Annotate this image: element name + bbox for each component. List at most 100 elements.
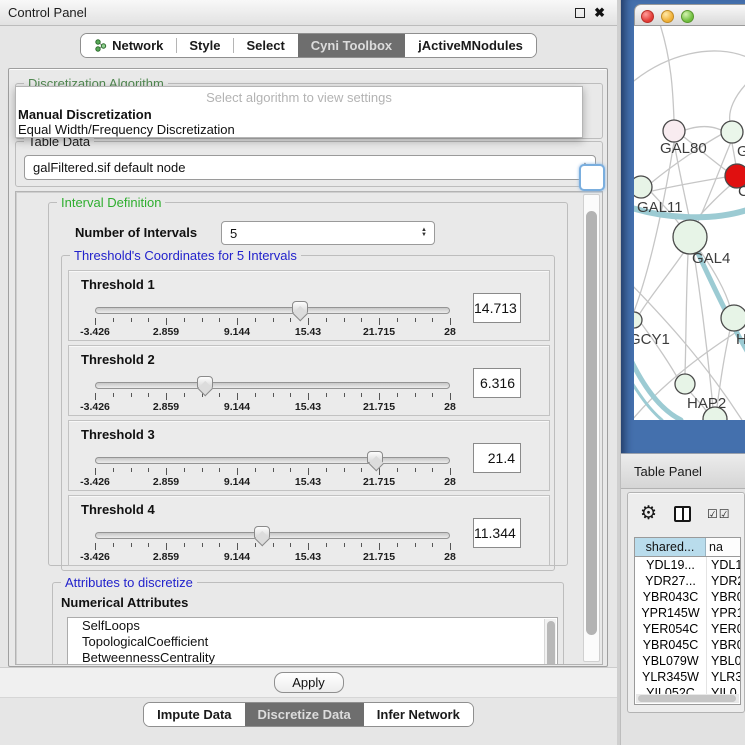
cell-shared-name[interactable]: YIL052C — [635, 685, 706, 694]
tab-jactivemnodules[interactable]: jActiveMNodules — [405, 34, 536, 57]
network-edge[interactable] — [732, 143, 736, 165]
cell-shared-name[interactable]: YDR27... — [635, 573, 706, 589]
attribute-list-item[interactable]: TopologicalCoefficient — [68, 634, 557, 650]
cell-name[interactable]: YBR0 — [706, 589, 740, 605]
numerical-attributes-list[interactable]: SelfLoopsTopologicalCoefficientBetweenne… — [67, 617, 558, 665]
algorithm-prompt-option[interactable]: Select algorithm to view settings — [16, 89, 582, 107]
node-attribute-table[interactable]: shared... na YDL19...YDL1YDR27...YDR2YBR… — [634, 537, 741, 705]
threshold-value-field[interactable]: 6.316 — [473, 368, 521, 398]
network-node-label: GAL80 — [660, 140, 707, 157]
tab-network[interactable]: Network — [81, 34, 176, 57]
close-icon[interactable]: ✖ — [594, 8, 605, 18]
network-node-h[interactable] — [721, 305, 745, 331]
number-of-intervals-select[interactable]: 5 ▲▼ — [221, 221, 435, 245]
threshold-value-field[interactable]: 14.713 — [473, 293, 521, 323]
list-scrollbar-thumb[interactable] — [547, 621, 555, 665]
attribute-list-item[interactable]: SelfLoops — [68, 618, 557, 634]
list-scrollbar[interactable] — [544, 619, 556, 665]
network-node-gal4[interactable] — [673, 220, 707, 254]
table-row[interactable]: YLR345WYLR3 — [635, 669, 740, 685]
table-h-scrollbar-thumb[interactable] — [638, 695, 736, 702]
network-node-gal11[interactable] — [634, 176, 652, 198]
tab-style[interactable]: Style — [176, 34, 233, 57]
network-node-hap2[interactable] — [675, 374, 695, 394]
cell-shared-name[interactable]: YPR145W — [635, 605, 706, 621]
table-h-scrollbar[interactable] — [636, 694, 739, 703]
column-header-name[interactable]: na — [706, 538, 740, 556]
cell-name[interactable]: YIL0 — [706, 685, 740, 694]
slider-tick — [361, 318, 362, 322]
cell-name[interactable]: YBR0 — [706, 637, 740, 653]
algorithm-option-manual[interactable]: Manual Discretization — [16, 107, 582, 122]
cell-shared-name[interactable]: YLR345W — [635, 669, 706, 685]
network-canvas[interactable]: GAL80GACGAL11GAL4GCY1HHAP2 — [634, 26, 745, 420]
threshold-slider-thumb[interactable] — [254, 526, 270, 538]
table-row[interactable]: YPR145WYPR1 — [635, 605, 740, 621]
threshold-slider-thumb[interactable] — [197, 376, 213, 388]
network-edge[interactable] — [659, 26, 674, 120]
cell-shared-name[interactable]: YBL079W — [635, 653, 706, 669]
table-row[interactable]: YBL079WYBL0 — [635, 653, 740, 669]
network-edge[interactable] — [685, 127, 721, 130]
network-edge[interactable] — [685, 254, 688, 374]
cell-name[interactable]: YDL1 — [706, 557, 740, 573]
tab-impute-data[interactable]: Impute Data — [144, 703, 244, 726]
cell-shared-name[interactable]: YDL19... — [635, 557, 706, 573]
cell-shared-name[interactable]: YER054C — [635, 621, 706, 637]
table-row[interactable]: YBR043CYBR0 — [635, 589, 740, 605]
split-columns-icon[interactable] — [674, 506, 691, 522]
gear-icon[interactable]: ⚙ — [640, 504, 657, 524]
slider-tick — [344, 318, 345, 322]
threshold-slider-track[interactable] — [95, 307, 450, 314]
cell-name[interactable]: YER0 — [706, 621, 740, 637]
slider-tick-label: 15.43 — [295, 476, 321, 488]
tab-select[interactable]: Select — [233, 34, 297, 57]
network-node-gcy1[interactable] — [634, 312, 642, 328]
cell-name[interactable]: YPR1 — [706, 605, 740, 621]
network-node-gal80[interactable] — [663, 120, 685, 142]
algorithm-combo-fragment[interactable] — [579, 164, 605, 191]
panel-scrollbar[interactable] — [583, 194, 600, 662]
threshold-slider-track[interactable] — [95, 382, 450, 389]
network-node-label: C — [738, 183, 745, 200]
table-row[interactable]: YIL052CYIL0 — [635, 685, 740, 694]
control-panel: Control Panel ✖ Network Style Select Cyn… — [0, 0, 617, 745]
threshold-value-field[interactable]: 11.344 — [473, 518, 521, 548]
cell-name[interactable]: YLR3 — [706, 669, 740, 685]
table-row[interactable]: YDR27...YDR2 — [635, 573, 740, 589]
minimize-traffic-light-icon[interactable] — [661, 10, 674, 23]
threshold-slider-track[interactable] — [95, 532, 450, 539]
network-edge[interactable] — [634, 51, 745, 86]
cell-name[interactable]: YBL0 — [706, 653, 740, 669]
cell-shared-name[interactable]: YBR043C — [635, 589, 706, 605]
checkbox-icons[interactable]: ☑☑ — [707, 507, 731, 521]
slider-tick — [450, 468, 451, 475]
network-edge[interactable] — [730, 81, 745, 122]
network-node-ga[interactable] — [721, 121, 743, 143]
zoom-traffic-light-icon[interactable] — [681, 10, 694, 23]
network-window-titlebar[interactable] — [634, 4, 745, 26]
network-edge[interactable] — [639, 252, 684, 315]
tab-discretize-data[interactable]: Discretize Data — [245, 703, 364, 726]
table-row[interactable]: YDL19...YDL1 — [635, 557, 740, 573]
tab-cyni-toolbox[interactable]: Cyni Toolbox — [298, 34, 405, 57]
algorithm-option-equal-width[interactable]: Equal Width/Frequency Discretization — [16, 122, 582, 137]
table-data-select[interactable]: galFiltered.sif default node ▲▼ — [24, 155, 596, 180]
float-window-icon[interactable] — [575, 8, 585, 18]
table-row[interactable]: YBR045CYBR0 — [635, 637, 740, 653]
threshold-slider-track[interactable] — [95, 457, 450, 464]
close-traffic-light-icon[interactable] — [641, 10, 654, 23]
cell-name[interactable]: YDR2 — [706, 573, 740, 589]
thresholds-group: Threshold's Coordinates for 5 Intervals … — [61, 255, 555, 571]
apply-button[interactable]: Apply — [274, 672, 344, 693]
tab-infer-network[interactable]: Infer Network — [364, 703, 473, 726]
table-row[interactable]: YER054CYER0 — [635, 621, 740, 637]
network-edge[interactable] — [652, 177, 726, 191]
column-header-shared[interactable]: shared... — [635, 538, 706, 556]
threshold-slider-thumb[interactable] — [367, 451, 383, 463]
threshold-value-field[interactable]: 21.4 — [473, 443, 521, 473]
cell-shared-name[interactable]: YBR045C — [635, 637, 706, 653]
panel-scrollbar-thumb[interactable] — [586, 211, 597, 635]
attribute-list-item[interactable]: BetweennessCentrality — [68, 650, 557, 665]
threshold-slider-thumb[interactable] — [292, 301, 308, 313]
